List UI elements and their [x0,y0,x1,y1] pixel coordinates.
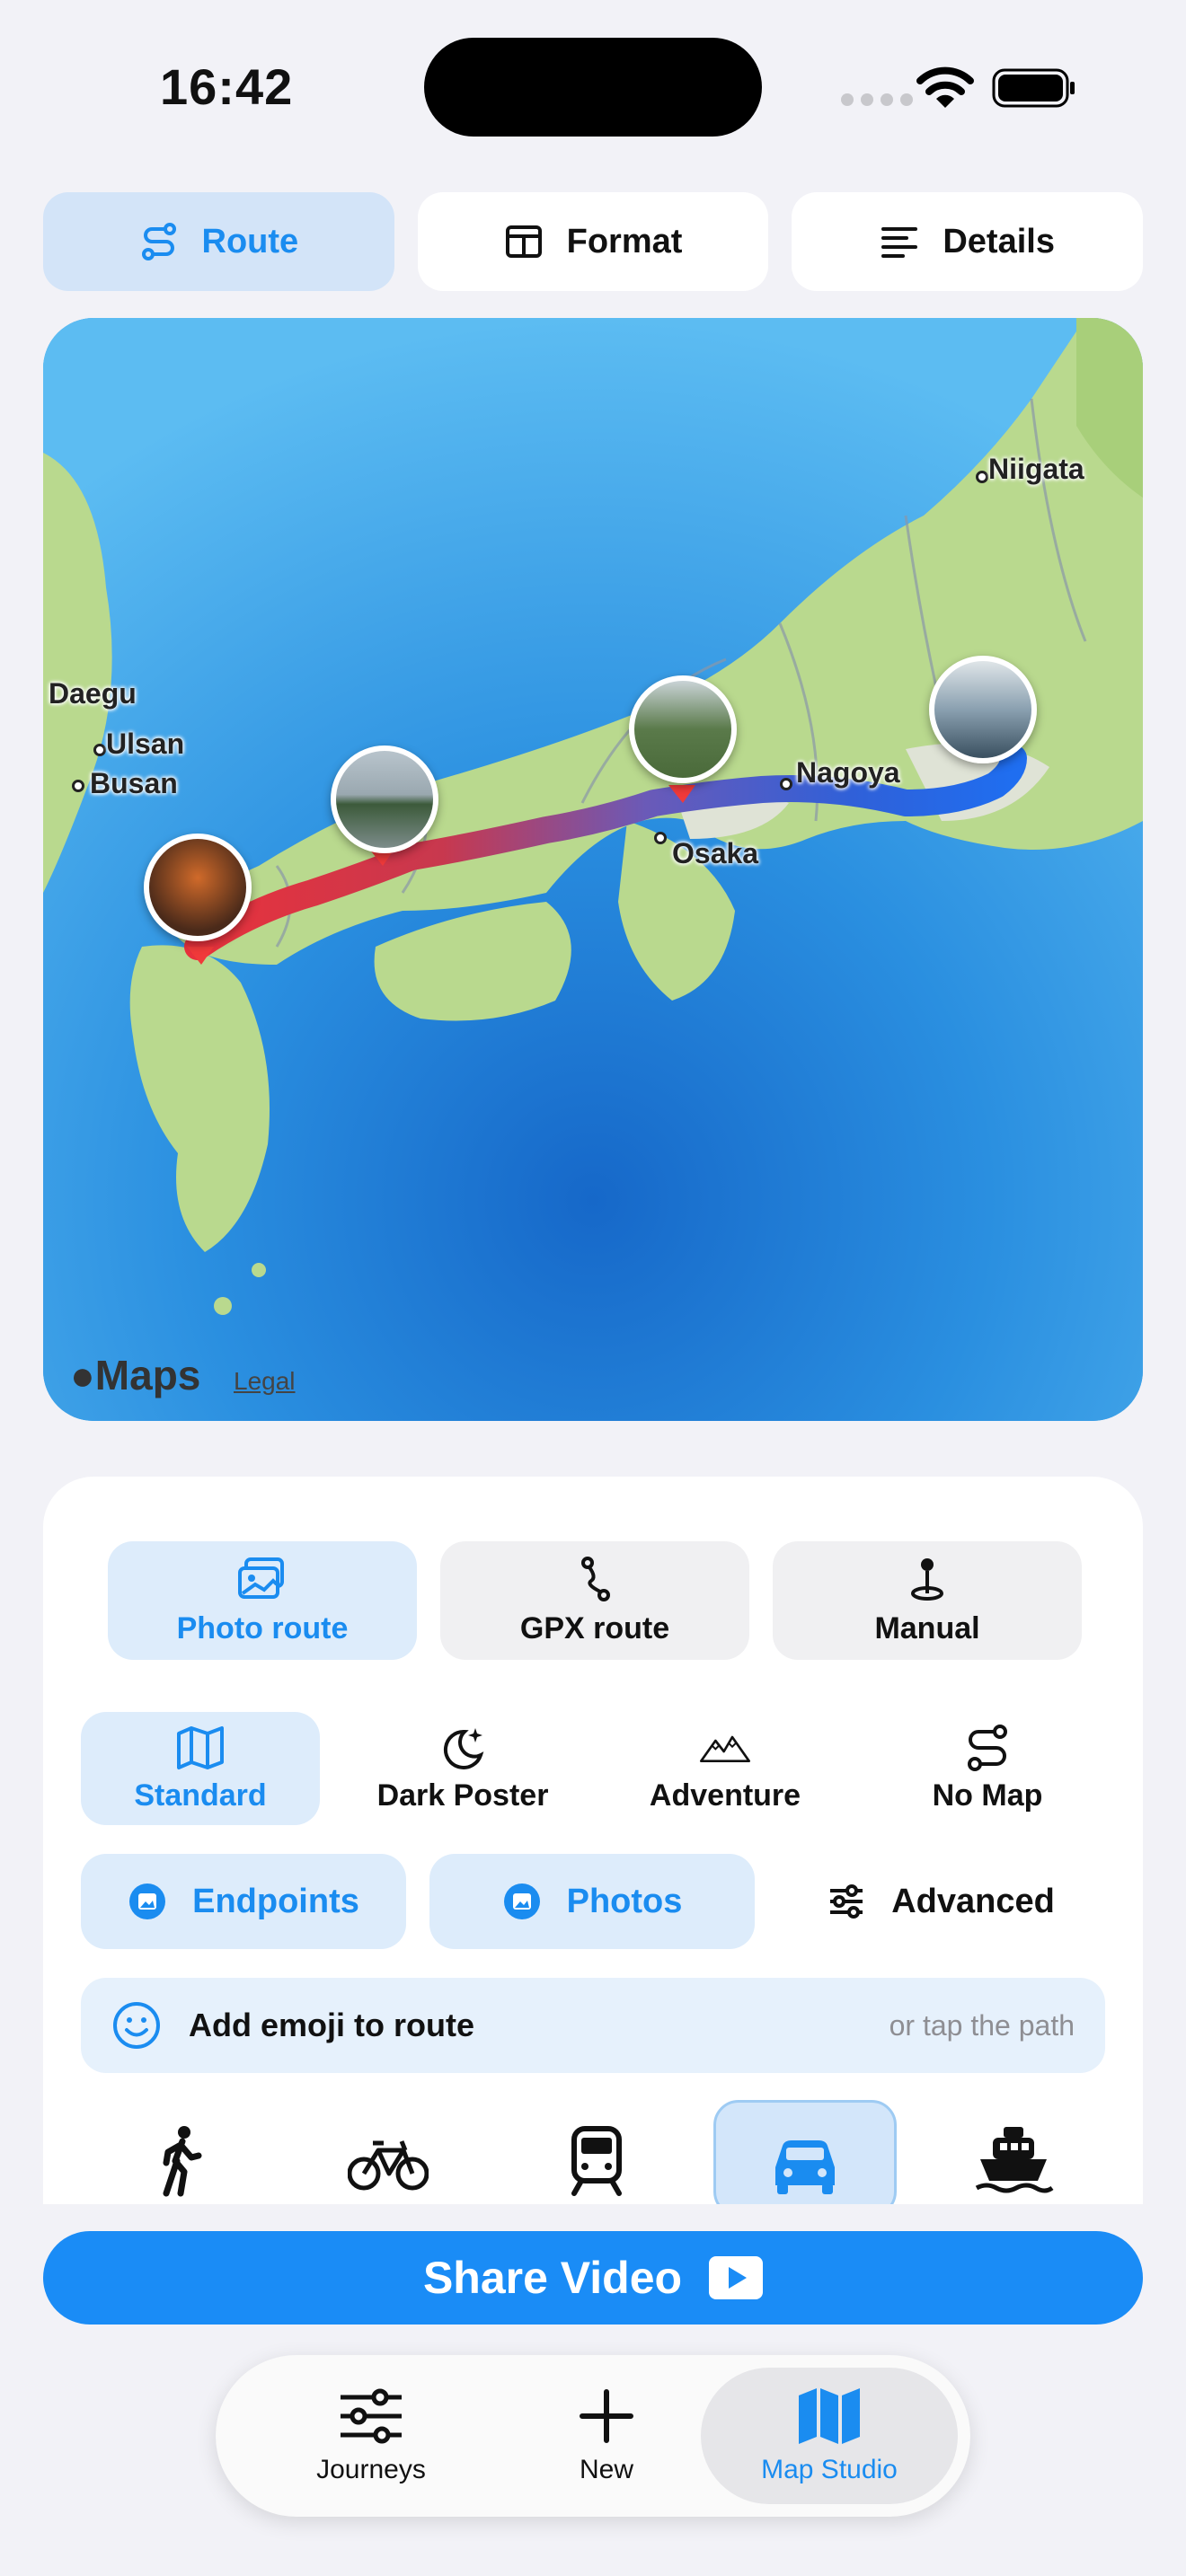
smiley-icon [113,2002,160,2049]
battery-icon [992,68,1075,108]
mode-car-button[interactable] [713,2100,897,2204]
map-icon [799,2388,860,2444]
city-dot [93,744,106,756]
moon-icon [443,1727,484,1769]
style-dark-poster-button[interactable]: Dark Poster [343,1712,582,1825]
route-icon [968,1724,1007,1771]
photos-label: Photos [566,1882,683,1920]
endpoints-label: Endpoints [192,1882,359,1920]
photo-badge-icon [129,1883,166,1919]
city-dot [72,780,84,792]
style-dark-poster-label: Dark Poster [376,1778,549,1813]
manual-label: Manual [874,1610,980,1645]
tab-new[interactable]: New [476,2368,737,2504]
tab-new-label: New [579,2455,633,2484]
share-video-button[interactable]: Share Video [43,2231,1143,2325]
city-label-osaka: Osaka [672,837,759,869]
advanced-label: Advanced [891,1882,1055,1920]
photo-route-label: Photo route [176,1610,349,1645]
photo-pin-4[interactable] [929,656,1037,763]
train-icon [571,2126,622,2196]
map-style-selector: Standard Dark Poster Adventure No Map [81,1712,1107,1825]
tab-map-studio[interactable]: Map Studio [701,2368,958,2504]
transport-mode-selector [81,2100,1105,2204]
city-dot [654,832,667,844]
tab-details[interactable]: Details [792,192,1144,291]
manual-button[interactable]: Manual [773,1541,1082,1660]
bicycle-icon [348,2140,429,2191]
mode-walk-button[interactable] [88,2100,271,2204]
walk-icon [163,2126,202,2197]
cellular-signal-icon [841,93,913,106]
display-options: Endpoints Photos Advanced [81,1854,1103,1949]
bottom-tab-bar: Journeys New Map Studio [216,2355,970,2517]
photo-pin-3[interactable] [629,675,737,783]
city-label-busan: Busan [90,767,178,799]
play-icon [709,2256,764,2299]
mode-ferry-button[interactable] [922,2100,1105,2204]
ferry-icon [975,2127,1054,2193]
photo-pin-2[interactable] [331,745,438,853]
tab-route[interactable]: Route [43,192,394,291]
add-emoji-label: Add emoji to route [189,2007,474,2043]
endpoints-toggle[interactable]: Endpoints [81,1854,406,1949]
sliders-icon [830,1884,863,1919]
advanced-button[interactable]: Advanced [778,1854,1103,1949]
gpx-route-button[interactable]: GPX route [440,1541,749,1660]
tab-journeys[interactable]: Journeys [241,2368,501,2504]
sliders-icon [341,2388,402,2444]
tab-format[interactable]: Format [417,192,769,291]
tab-journeys-label: Journeys [316,2455,426,2484]
plus-icon [580,2389,633,2443]
style-standard-label: Standard [134,1778,267,1813]
maps-attribution: ●Maps [70,1352,201,1398]
lines-icon [881,227,918,258]
photo-route-button[interactable]: Photo route [108,1541,417,1660]
status-time: 16:42 [160,58,294,115]
photo-pin-1[interactable] [144,834,252,941]
share-video-label: Share Video [422,2253,683,2303]
gpx-route-label: GPX route [519,1610,670,1645]
style-adventure-button[interactable]: Adventure [606,1712,845,1825]
mode-bicycle-button[interactable] [296,2100,480,2204]
pin-icon [911,1557,943,1601]
route-source-selector: Photo route GPX route Manual [108,1541,1082,1660]
style-adventure-label: Adventure [649,1778,801,1813]
style-no-map-button[interactable]: No Map [868,1712,1107,1825]
city-label-niigata: Niigata [988,453,1084,485]
route-options-panel: Photo route GPX route Manual Standard Da… [43,1477,1143,2204]
tab-map-studio-label: Map Studio [761,2455,898,2484]
car-icon [775,2140,835,2194]
mountains-icon [700,1735,750,1762]
tab-details-label: Details [943,222,1055,260]
city-label-nagoya: Nagoya [796,756,900,789]
wifi-icon [916,66,974,108]
style-no-map-label: No Map [932,1778,1043,1813]
apple-logo-icon: ● [70,1352,95,1398]
add-emoji-hint: or tap the path [889,2008,1075,2042]
photos-toggle[interactable]: Photos [429,1854,755,1949]
photos-icon [238,1557,284,1599]
city-dot [976,471,988,483]
layout-icon [505,225,542,258]
path-icon [581,1556,610,1601]
route-icon [141,223,176,260]
city-dot [780,778,792,790]
legal-link[interactable]: Legal [234,1367,296,1396]
dynamic-island [424,38,762,137]
map-icon [177,1725,224,1769]
mode-train-button[interactable] [505,2100,688,2204]
add-emoji-button[interactable]: Add emoji to route or tap the path [81,1978,1105,2073]
tab-route-label: Route [201,222,299,260]
top-segmented-control: Route Format Details [43,192,1144,291]
style-standard-button[interactable]: Standard [81,1712,320,1825]
route-map[interactable]: Niigata Daegu Ulsan Busan Nagoya Osaka ●… [43,318,1143,1421]
tab-format-label: Format [566,222,683,260]
city-label-daegu: Daegu [49,677,137,710]
photo-badge-icon [503,1883,540,1919]
city-label-ulsan: Ulsan [106,728,185,760]
